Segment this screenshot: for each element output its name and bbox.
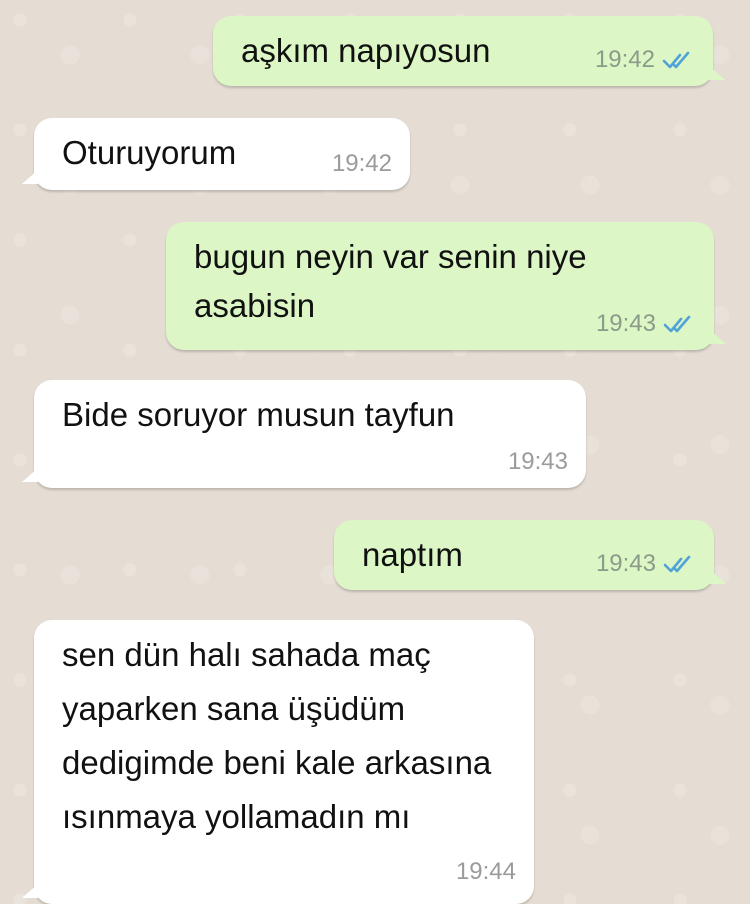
message-meta: 19:42 — [595, 46, 695, 74]
message-time: 19:43 — [507, 448, 568, 475]
message-meta: 19:43 — [596, 310, 696, 338]
incoming-message-bubble[interactable]: sen dün halı sahada maç yaparken sana üş… — [22, 620, 534, 904]
double-check-icon — [661, 49, 695, 71]
message-meta: 19:44 — [456, 858, 516, 886]
double-check-icon — [662, 553, 696, 575]
chat-conversation: aşkım napıyosun 19:42 Oturuyorum 19:42 b… — [0, 0, 750, 904]
message-meta: 19:43 — [596, 550, 696, 578]
outgoing-message-bubble[interactable]: bugun neyin var senin niye asabisin 19:4… — [166, 222, 726, 350]
message-text: aşkım napıyosun — [241, 32, 491, 69]
message-meta: 19:42 — [332, 150, 392, 178]
outgoing-message-bubble[interactable]: aşkım napıyosun 19:42 — [213, 16, 725, 86]
message-text: sen dün halı sahada maç yaparken sana üş… — [62, 636, 501, 835]
incoming-message-bubble[interactable]: Oturuyorum 19:42 — [22, 118, 410, 190]
message-text: bugun neyin var senin niye asabisin — [194, 238, 596, 324]
message-time: 19:44 — [455, 858, 516, 885]
double-check-icon — [662, 313, 696, 335]
message-time: 19:43 — [595, 550, 656, 577]
message-time: 19:42 — [594, 46, 655, 73]
incoming-message-bubble[interactable]: Bide soruyor musun tayfun 19:43 — [22, 380, 586, 488]
message-time: 19:42 — [331, 150, 392, 177]
message-text: Oturuyorum — [62, 134, 237, 171]
message-text: Bide soruyor musun tayfun — [62, 396, 455, 433]
message-meta: 19:43 — [508, 448, 568, 476]
outgoing-message-bubble[interactable]: naptım 19:43 — [334, 520, 726, 590]
message-time: 19:43 — [595, 310, 656, 337]
message-text: naptım — [362, 536, 463, 573]
